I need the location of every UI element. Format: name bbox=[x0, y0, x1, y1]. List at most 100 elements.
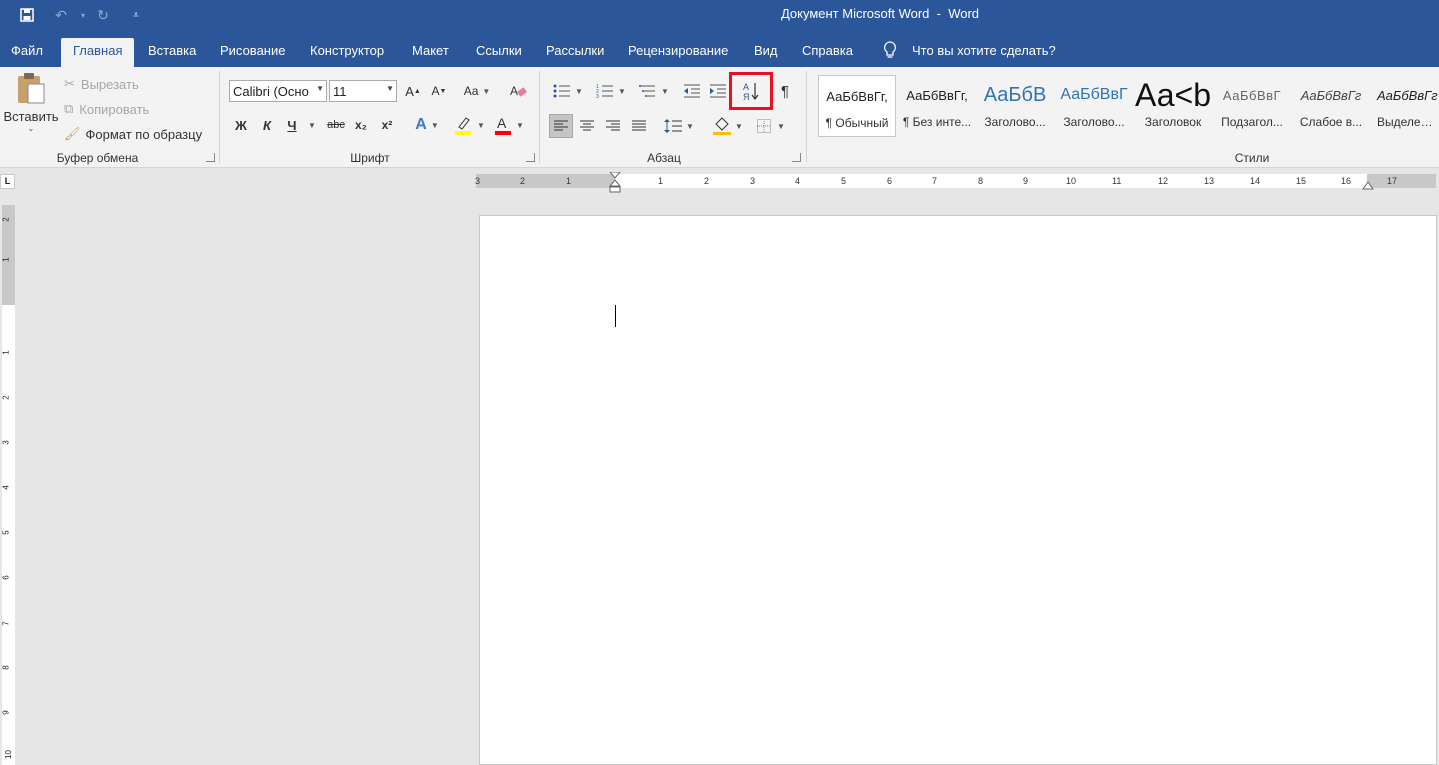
tab-view[interactable]: Вид bbox=[754, 38, 778, 67]
underline-dropdown-icon[interactable]: ▼ bbox=[305, 115, 319, 135]
decrease-indent-button[interactable] bbox=[681, 81, 703, 101]
tell-me-search[interactable]: Что вы хотите сделать? bbox=[912, 38, 1056, 67]
decrease-indent-icon bbox=[684, 84, 700, 98]
paste-label: Вставить bbox=[3, 109, 59, 124]
shrink-font-button[interactable]: A ▼ bbox=[428, 81, 450, 101]
tab-file[interactable]: Файл bbox=[11, 38, 43, 67]
tab-mailings[interactable]: Рассылки bbox=[546, 38, 604, 67]
ruler-right-margin bbox=[1367, 174, 1436, 188]
tab-references[interactable]: Ссылки bbox=[476, 38, 522, 67]
redo-icon[interactable]: ↻ bbox=[92, 5, 114, 25]
word-window: ↶ ▾ ↻ ⩡ Документ Microsoft Word - Word Ф… bbox=[0, 0, 1439, 765]
multilevel-list-button[interactable]: ▼ bbox=[636, 81, 672, 101]
ruler-tick: 3 bbox=[750, 176, 756, 186]
font-name-combo[interactable]: Calibri (Осно ▼ bbox=[229, 80, 327, 102]
clipboard-launcher-icon[interactable] bbox=[206, 153, 215, 162]
undo-icon[interactable]: ↶ bbox=[50, 5, 72, 25]
ruler-tick: 10 bbox=[3, 750, 13, 759]
clipboard-group-label: Буфер обмена bbox=[56, 151, 139, 165]
ruler-tick: 1 bbox=[566, 176, 572, 186]
ruler-tick: 1 bbox=[1, 257, 11, 262]
style-no-spacing[interactable]: АаБбВвГг, ¶ Без инте... bbox=[898, 75, 976, 137]
tab-layout[interactable]: Макет bbox=[412, 38, 449, 67]
text-effects-button[interactable]: A ▼ bbox=[410, 115, 444, 135]
copy-button[interactable]: ⧉ Копировать bbox=[64, 100, 149, 118]
font-size-combo[interactable]: 11 ▼ bbox=[329, 80, 397, 102]
svg-text:Я: Я bbox=[743, 92, 750, 101]
style-heading-2[interactable]: АаБбВвГ Заголово... bbox=[1055, 75, 1133, 137]
tab-home[interactable]: Главная bbox=[61, 38, 135, 67]
style-heading-1[interactable]: АаБбВ Заголово... bbox=[976, 75, 1054, 137]
eraser-icon: A bbox=[510, 84, 527, 98]
format-painter-button[interactable]: 🖌 Формат по образцу bbox=[64, 125, 202, 143]
style-preview: Аа<b bbox=[1135, 76, 1211, 113]
align-left-icon bbox=[554, 120, 568, 131]
style-preview: АаБбВвГг, bbox=[906, 87, 968, 103]
scissors-icon: ✂ bbox=[64, 76, 75, 91]
ruler-tick: 2 bbox=[1, 217, 11, 222]
font-size-value: 11 bbox=[333, 84, 347, 99]
ruler-tick: 9 bbox=[1023, 176, 1029, 186]
line-spacing-icon bbox=[664, 119, 683, 133]
paint-bucket-icon bbox=[713, 117, 732, 135]
font-color-button[interactable]: A ▼ bbox=[492, 115, 526, 135]
indent-markers-icon[interactable] bbox=[609, 172, 621, 194]
right-indent-marker-icon[interactable] bbox=[1362, 180, 1374, 190]
style-subtitle[interactable]: АаБбВвГ Подзагол... bbox=[1213, 75, 1291, 137]
ruler-tick: 6 bbox=[887, 176, 893, 186]
style-subtle-emphasis[interactable]: АаБбВвГг Слабое в... bbox=[1292, 75, 1370, 137]
bold-button[interactable]: Ж bbox=[231, 115, 251, 135]
tab-design[interactable]: Конструктор bbox=[310, 38, 384, 67]
borders-icon bbox=[757, 119, 772, 133]
strikethrough-button[interactable]: abc bbox=[324, 115, 348, 135]
paragraph-launcher-icon[interactable] bbox=[792, 153, 801, 162]
italic-button[interactable]: К bbox=[257, 115, 277, 135]
style-title[interactable]: Аа<b Заголовок bbox=[1134, 75, 1212, 137]
change-case-icon: Aa bbox=[463, 84, 479, 98]
justify-button[interactable] bbox=[628, 114, 650, 138]
document-page[interactable] bbox=[479, 215, 1437, 765]
tab-stop-selector[interactable]: L bbox=[0, 174, 15, 189]
font-launcher-icon[interactable] bbox=[526, 153, 535, 162]
separator bbox=[219, 71, 220, 163]
paste-button[interactable]: Вставить ⌄ bbox=[3, 71, 59, 143]
subscript-button[interactable]: x₂ bbox=[351, 115, 371, 135]
align-left-button[interactable] bbox=[549, 114, 573, 138]
ribbon-tabs: Файл Главная Вставка Рисование Конструкт… bbox=[0, 30, 1439, 67]
style-name: Слабое в... bbox=[1299, 115, 1363, 129]
align-right-button[interactable] bbox=[602, 114, 624, 138]
borders-button[interactable]: ▼ bbox=[752, 114, 790, 138]
underline-button[interactable]: Ч bbox=[282, 115, 302, 135]
clear-formatting-button[interactable]: A bbox=[508, 81, 530, 101]
line-spacing-button[interactable]: ▼ bbox=[661, 114, 697, 138]
tab-review[interactable]: Рецензирование bbox=[628, 38, 728, 67]
highlighter-icon bbox=[455, 117, 472, 135]
cut-button[interactable]: ✂ Вырезать bbox=[64, 75, 139, 93]
paste-dropdown-icon[interactable]: ⌄ bbox=[28, 124, 35, 133]
grow-font-button[interactable]: A ▲ bbox=[402, 81, 424, 101]
superscript-button[interactable]: x² bbox=[377, 115, 397, 135]
tab-help[interactable]: Справка bbox=[802, 38, 853, 67]
highlight-button[interactable]: ▼ bbox=[450, 115, 488, 135]
svg-text:A: A bbox=[510, 84, 518, 98]
bullets-button[interactable]: ▼ bbox=[550, 81, 586, 101]
styles-group-label: Стили bbox=[1234, 151, 1270, 165]
increase-indent-button[interactable] bbox=[707, 81, 729, 101]
tab-draw[interactable]: Рисование bbox=[220, 38, 285, 67]
style-name: Выделение bbox=[1377, 115, 1439, 129]
save-icon[interactable] bbox=[16, 5, 38, 25]
align-center-button[interactable] bbox=[576, 114, 598, 138]
style-preview: АаБбВвГ bbox=[1222, 87, 1282, 103]
ruler-tick: 4 bbox=[1, 485, 11, 490]
change-case-button[interactable]: Aa ▼ bbox=[458, 81, 496, 101]
shrink-font-icon: A bbox=[431, 84, 440, 98]
style-emphasis[interactable]: АаБбВвГг Выделение bbox=[1371, 75, 1439, 137]
customize-quick-access-icon[interactable]: ⩡ bbox=[125, 5, 147, 25]
sort-button[interactable]: АЯ bbox=[729, 72, 773, 110]
show-formatting-button[interactable]: ¶ bbox=[775, 81, 795, 101]
numbering-button[interactable]: 1 2 3 ▼ bbox=[593, 81, 629, 101]
undo-dropdown-icon[interactable]: ▾ bbox=[72, 5, 94, 25]
shading-button[interactable]: ▼ bbox=[710, 114, 746, 138]
style-normal[interactable]: АаБбВвГг, ¶ Обычный bbox=[818, 75, 896, 137]
tab-insert[interactable]: Вставка bbox=[148, 38, 196, 67]
